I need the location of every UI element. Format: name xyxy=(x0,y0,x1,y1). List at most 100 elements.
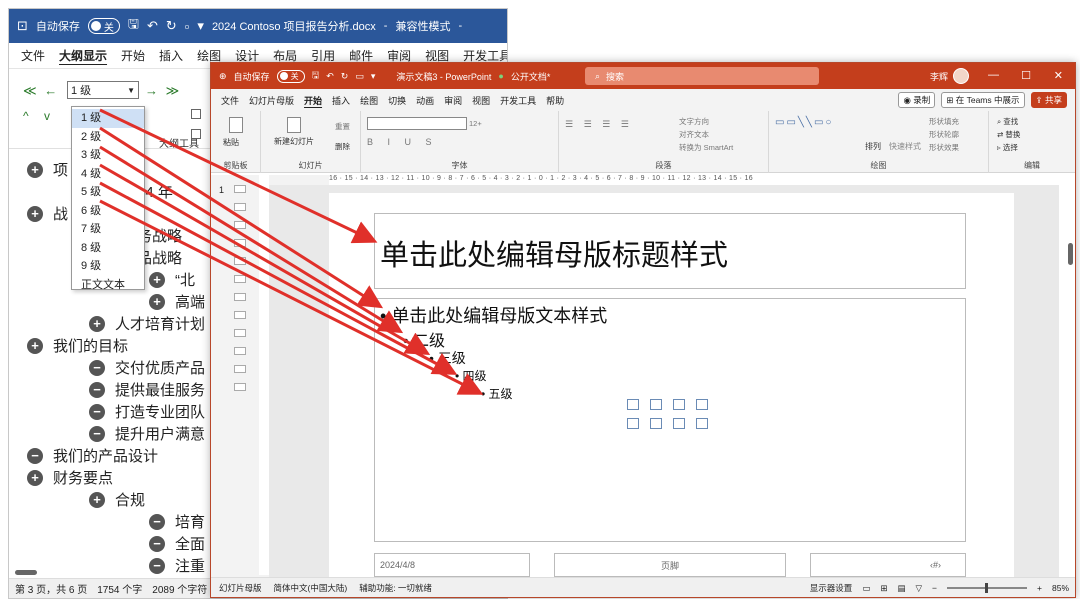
ppt-sensitivity-label[interactable]: 公开文档* xyxy=(511,70,551,83)
ppt-tab-home[interactable]: 开始 xyxy=(304,94,322,107)
word-tab-outline[interactable]: 大纲显示 xyxy=(59,47,107,64)
language-indicator[interactable]: 简体中文(中国大陆) xyxy=(274,582,348,594)
paste-label[interactable]: 粘贴 xyxy=(223,137,239,148)
vertical-scrollbar[interactable] xyxy=(1068,243,1073,265)
outline-row[interactable]: + 人才培育计划 xyxy=(89,313,205,334)
reading-view-icon[interactable]: ▤ xyxy=(897,583,905,594)
teams-present-button[interactable]: ⊞ 在 Teams 中展示 xyxy=(941,92,1025,108)
word-tab-file[interactable]: 文件 xyxy=(21,47,45,64)
insert-stock-image-icon[interactable] xyxy=(650,399,662,410)
record-button[interactable]: ◉ 录制 xyxy=(898,92,936,108)
insert-chart-icon[interactable] xyxy=(696,418,708,429)
align-text-button[interactable]: 对齐文本 xyxy=(679,129,709,140)
level-option-body[interactable]: 正文文本 xyxy=(72,276,144,295)
ppt-tab-draw[interactable]: 绘图 xyxy=(360,94,378,107)
text-level-3[interactable]: • 三级 xyxy=(429,348,466,368)
shape-outline-button[interactable]: 形状轮廓 xyxy=(929,129,959,140)
ppt-search-box[interactable]: ⌕ 搜索 xyxy=(585,67,819,85)
level-option-9[interactable]: 9 级 xyxy=(72,257,144,276)
level-option-5[interactable]: 5 级 xyxy=(72,183,144,202)
layout-thumbnail[interactable] xyxy=(234,257,246,265)
minimize-icon[interactable]: — xyxy=(988,69,999,81)
quick-access-icon[interactable]: ▫ xyxy=(185,19,190,34)
paste-icon[interactable] xyxy=(229,117,243,133)
text-level-1[interactable]: • 单击此处编辑母版文本样式 xyxy=(380,302,607,328)
title-placeholder[interactable]: 单击此处编辑母版标题样式 xyxy=(374,213,966,289)
new-slide-label[interactable]: 新建幻灯片 xyxy=(269,136,319,147)
layout-thumbnail[interactable] xyxy=(234,347,246,355)
outline-row[interactable]: + 财务要点 xyxy=(27,467,113,488)
text-direction-button[interactable]: 文字方向 xyxy=(679,116,709,127)
delete-button[interactable]: 删除 xyxy=(335,141,350,152)
layout-thumbnail[interactable] xyxy=(234,293,246,301)
ppt-tab-insert[interactable]: 插入 xyxy=(332,94,350,107)
zoom-in-icon[interactable]: + xyxy=(1037,583,1042,593)
accessibility-status[interactable]: 辅助功能: 一切就绪 xyxy=(359,582,432,594)
select-button[interactable]: ▹ 选择 xyxy=(997,142,1018,153)
ppt-tab-view[interactable]: 视图 xyxy=(472,94,490,107)
outline-row[interactable]: + “北 xyxy=(149,269,195,290)
insert-smartart-icon[interactable] xyxy=(650,418,662,429)
outline-row[interactable]: + 合规 xyxy=(89,489,145,510)
ppt-tab-slide-master[interactable]: 幻灯片母版 xyxy=(249,94,294,107)
find-button[interactable]: ⌕ 查找 xyxy=(997,116,1018,127)
word-tab-home[interactable]: 开始 xyxy=(121,47,145,64)
level-option-7[interactable]: 7 级 xyxy=(72,220,144,239)
outline-row[interactable]: + 项 xyxy=(27,159,68,180)
word-tab-insert[interactable]: 插入 xyxy=(159,47,183,64)
insert-3d-model-icon[interactable] xyxy=(696,399,708,410)
slide-number-placeholder[interactable]: ‹#› xyxy=(810,553,966,577)
font-name-select[interactable] xyxy=(367,117,467,130)
maximize-icon[interactable]: ☐ xyxy=(1021,69,1031,82)
save-icon[interactable]: 🖫 xyxy=(128,15,139,37)
ppt-user[interactable]: 李辉 xyxy=(930,68,969,84)
slideshow-view-icon[interactable]: ▽ xyxy=(916,583,923,594)
zoom-out-icon[interactable]: − xyxy=(932,583,937,593)
quick-styles-button[interactable]: 快速样式 xyxy=(889,141,921,152)
outline-row[interactable]: + 高端 xyxy=(149,291,205,312)
zoom-slider[interactable] xyxy=(947,583,1028,593)
zoom-level[interactable]: 85% xyxy=(1052,583,1069,593)
undo-icon[interactable]: ↶ xyxy=(326,71,334,82)
shape-effects-button[interactable]: 形状效果 xyxy=(929,142,959,153)
outline-level-select[interactable]: 1 级 ▼ xyxy=(67,81,139,99)
ppt-tab-animations[interactable]: 动画 xyxy=(416,94,434,107)
outline-row[interactable]: − 打造专业团队 xyxy=(89,401,205,422)
text-level-4[interactable]: • 四级 xyxy=(455,367,487,384)
arrange-button[interactable]: 排列 xyxy=(865,141,881,152)
outline-row[interactable]: − 交付优质产品 xyxy=(89,357,205,378)
body-placeholder[interactable]: • 单击此处编辑母版文本样式 • 二级 • 三级 • 四级 • 五级 xyxy=(374,298,966,542)
level-option-6[interactable]: 6 级 xyxy=(72,202,144,221)
master-title-text[interactable]: 单击此处编辑母版标题样式 xyxy=(380,232,728,274)
list-buttons[interactable]: ☰ ☰ ☰ ☰ xyxy=(565,119,633,130)
shapes-gallery[interactable]: ▭▭╲╲▭○ xyxy=(775,117,833,128)
outline-row[interactable]: − 全面 xyxy=(149,533,205,554)
text-level-5[interactable]: • 五级 xyxy=(481,385,513,402)
insert-picture-icon[interactable] xyxy=(627,399,639,410)
demote-arrows-icon[interactable]: → ≫ xyxy=(145,83,181,99)
shape-fill-button[interactable]: 形状填充 xyxy=(929,116,959,127)
slideshow-icon[interactable]: ▭ xyxy=(355,71,364,82)
layout-thumbnail[interactable] xyxy=(234,203,246,211)
chevron-down-icon[interactable]: ▾ xyxy=(197,18,204,34)
layout-thumbnail[interactable] xyxy=(234,221,246,229)
level-option-4[interactable]: 4 级 xyxy=(72,165,144,184)
reset-button[interactable]: 重置 xyxy=(335,121,350,132)
outline-row[interactable]: − 培育 xyxy=(149,511,205,532)
insert-table-icon[interactable] xyxy=(673,418,685,429)
level-option-3[interactable]: 3 级 xyxy=(72,146,144,165)
insert-video-icon[interactable] xyxy=(627,418,639,429)
layout-thumbnail[interactable] xyxy=(234,329,246,337)
word-autosave-toggle[interactable]: 关 xyxy=(87,18,120,34)
outline-row[interactable]: + 战 xyxy=(27,203,68,224)
level-option-2[interactable]: 2 级 xyxy=(72,128,144,147)
close-icon[interactable]: ✕ xyxy=(1054,69,1063,82)
font-format-buttons[interactable]: B I U S xyxy=(367,137,438,147)
date-placeholder[interactable]: 2024/4/8 xyxy=(374,553,530,577)
promote-arrows-icon[interactable]: ≪ ← xyxy=(23,83,59,99)
outline-row[interactable]: − 提升用户满意 xyxy=(89,423,205,444)
ppt-autosave-toggle[interactable]: 关 xyxy=(276,69,305,83)
redo-icon[interactable]: ↻ xyxy=(166,18,177,34)
move-up-down-icon[interactable]: ^ v xyxy=(23,109,56,123)
smartart-button[interactable]: 转换为 SmartArt xyxy=(679,142,733,153)
